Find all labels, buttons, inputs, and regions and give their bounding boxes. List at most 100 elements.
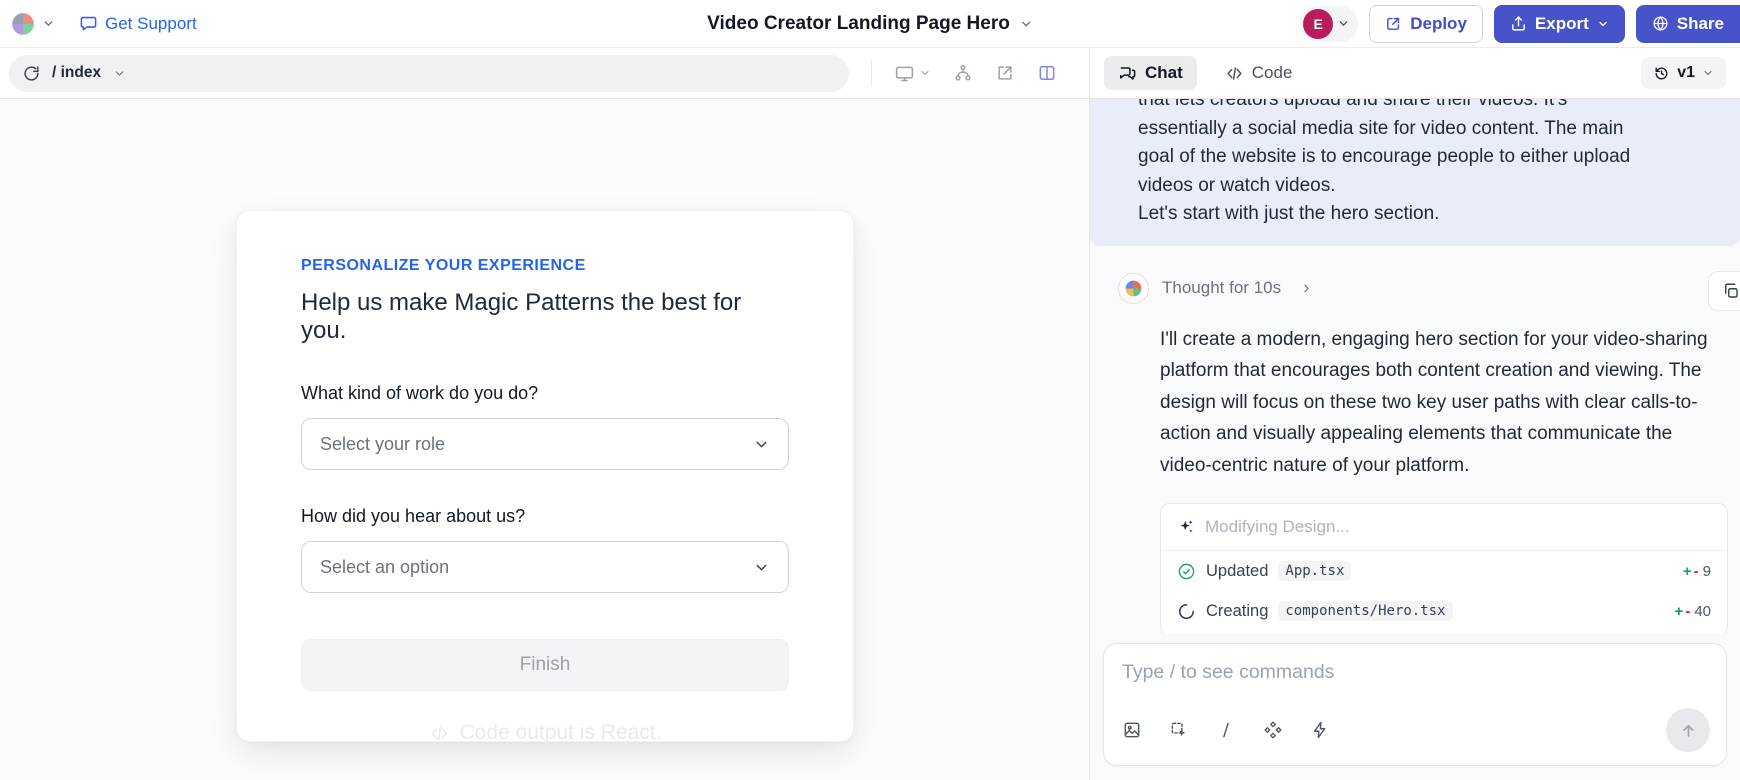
- chevron-down-icon: [1019, 17, 1033, 31]
- referral-select-placeholder: Select an option: [320, 557, 449, 578]
- export-button[interactable]: Export: [1494, 5, 1625, 43]
- monitor-icon: [894, 63, 915, 84]
- export-label: Export: [1535, 14, 1589, 34]
- lightning-icon: [1310, 720, 1330, 740]
- referral-question-label: How did you hear about us?: [301, 506, 789, 527]
- assistant-avatar: [1118, 273, 1149, 304]
- code-icon: [1225, 64, 1244, 83]
- chat-input[interactable]: [1122, 661, 1710, 684]
- quick-actions-button[interactable]: [1310, 720, 1330, 740]
- sparkles-icon: [1177, 518, 1195, 536]
- user-message-line: videos or watch videos.: [1138, 172, 1722, 201]
- copy-icon: [1722, 282, 1740, 300]
- copy-message-button[interactable]: [1708, 271, 1740, 311]
- share-label: Share: [1677, 14, 1724, 34]
- chevron-down-icon: [753, 559, 770, 576]
- code-output-note: Code output is React.: [236, 721, 854, 745]
- thought-label: Thought for 10s: [1162, 278, 1281, 298]
- user-message-line: essentially a social media site for vide…: [1138, 115, 1722, 144]
- diff-count: 9: [1703, 563, 1711, 580]
- chat-bubble-icon: [79, 14, 98, 33]
- diamonds-icon: [1263, 720, 1283, 740]
- share-button[interactable]: Share: [1636, 5, 1740, 43]
- project-title-menu[interactable]: Video Creator Landing Page Hero: [707, 13, 1033, 35]
- diff-minus-sign: -: [1694, 563, 1699, 580]
- deploy-label: Deploy: [1410, 14, 1467, 34]
- tab-code[interactable]: Code: [1211, 56, 1307, 90]
- file-change-row[interactable]: Updated App.tsx + - 9: [1161, 551, 1727, 591]
- version-label: v1: [1677, 64, 1695, 82]
- slash-command-button[interactable]: [1216, 720, 1236, 740]
- columns-icon: [1037, 63, 1057, 83]
- code-icon: [429, 723, 450, 744]
- user-message-line: that lets creators upload and share thei…: [1138, 99, 1722, 115]
- chevron-down-icon: [1597, 18, 1609, 30]
- chat-log: that lets creators upload and share thei…: [1090, 99, 1740, 633]
- send-button[interactable]: [1666, 708, 1710, 752]
- design-system-button[interactable]: [1263, 720, 1283, 740]
- history-icon: [1653, 65, 1670, 82]
- tab-code-label: Code: [1252, 63, 1293, 83]
- composer-area: [1090, 633, 1740, 780]
- slash-icon: [1216, 720, 1236, 740]
- spinner-icon: [1177, 602, 1196, 621]
- file-name-chip: components/Hero.tsx: [1278, 601, 1452, 621]
- composer-icon-row: [1122, 708, 1710, 752]
- file-action: Updated: [1206, 562, 1268, 581]
- chevron-down-icon: [1702, 67, 1714, 79]
- viewport-size-button[interactable]: [890, 59, 935, 88]
- diff-count: 40: [1694, 603, 1711, 620]
- url-bar[interactable]: / index: [9, 55, 849, 92]
- version-history-button[interactable]: v1: [1641, 57, 1726, 89]
- split-view-toggle[interactable]: [1033, 59, 1061, 87]
- deploy-button[interactable]: Deploy: [1369, 5, 1483, 43]
- route-path: / index: [52, 64, 101, 82]
- diff-minus-sign: -: [1685, 603, 1690, 620]
- upload-icon: [1510, 15, 1527, 32]
- modal-heading: Help us make Magic Patterns the best for…: [301, 289, 789, 345]
- workspace-menu-chevron[interactable]: [42, 17, 55, 30]
- chevron-down-icon: [919, 67, 931, 79]
- image-icon: [1122, 720, 1142, 740]
- arrow-up-right-icon: [995, 63, 1015, 83]
- select-element-button[interactable]: [1169, 720, 1189, 740]
- tab-chat[interactable]: Chat: [1104, 56, 1197, 90]
- select-element-icon: [1169, 720, 1189, 740]
- external-link-icon: [1385, 15, 1402, 32]
- generation-status-card: Modifying Design... Updated App.tsx + - …: [1160, 503, 1728, 633]
- open-in-new-window-button[interactable]: [991, 59, 1019, 87]
- role-select-placeholder: Select your role: [320, 434, 445, 455]
- diff-plus-sign: +: [1683, 563, 1692, 580]
- diff-stats: + - 40: [1675, 603, 1711, 620]
- finish-button[interactable]: Finish: [301, 639, 789, 691]
- assistant-message: I'll create a modern, engaging hero sect…: [1160, 324, 1725, 482]
- referral-select[interactable]: Select an option: [301, 541, 789, 593]
- user-message: that lets creators upload and share thei…: [1090, 99, 1740, 246]
- file-change-row[interactable]: Creating components/Hero.tsx + - 40: [1161, 591, 1727, 633]
- page-title: Video Creator Landing Page Hero: [707, 13, 1010, 35]
- role-select[interactable]: Select your role: [301, 418, 789, 470]
- magic-patterns-logo-icon[interactable]: [10, 11, 36, 37]
- role-question-label: What kind of work do you do?: [301, 383, 789, 404]
- diff-stats: + - 9: [1683, 563, 1711, 580]
- thought-toggle[interactable]: Thought for 10s: [1118, 273, 1740, 304]
- top-header: Get Support Video Creator Landing Page H…: [0, 0, 1740, 48]
- diff-plus-sign: +: [1675, 603, 1684, 620]
- globe-icon: [1652, 15, 1669, 32]
- check-circle-icon: [1177, 562, 1196, 581]
- user-message-line: Let's start with just the hero section.: [1138, 200, 1722, 229]
- preview-panel: / index: [0, 48, 1090, 780]
- avatar: E: [1303, 9, 1333, 39]
- account-menu[interactable]: E: [1300, 6, 1358, 42]
- refresh-icon[interactable]: [23, 65, 40, 82]
- file-name-chip: App.tsx: [1278, 561, 1351, 581]
- component-tree-button[interactable]: [949, 59, 977, 87]
- chevron-down-icon: [113, 67, 126, 80]
- get-support-button[interactable]: Get Support: [79, 14, 197, 34]
- personalize-modal: PERSONALIZE YOUR EXPERIENCE Help us make…: [236, 210, 854, 742]
- attach-image-button[interactable]: [1122, 720, 1142, 740]
- composer-card: [1103, 643, 1727, 766]
- get-support-label: Get Support: [105, 14, 197, 34]
- chat-toolbar: Chat Code v1: [1090, 48, 1740, 99]
- chat-panel: Chat Code v1: [1090, 48, 1740, 780]
